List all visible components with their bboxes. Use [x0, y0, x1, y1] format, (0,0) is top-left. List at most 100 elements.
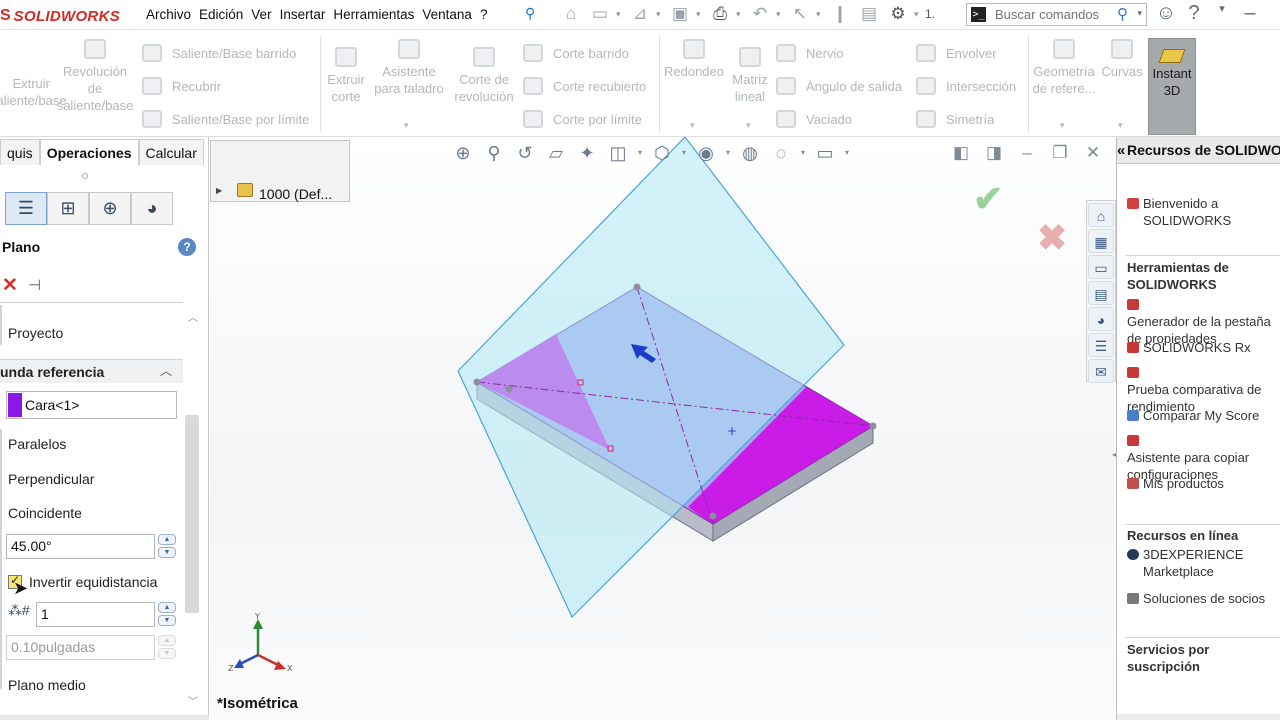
- file-explorer-icon[interactable]: ▭: [1088, 255, 1114, 279]
- edit-appearance-icon[interactable]: ◍: [737, 143, 763, 164]
- revolve-cut-button[interactable]: Corte de revolución: [450, 47, 518, 105]
- mid-plane-option[interactable]: Plano medio: [8, 677, 86, 693]
- help-icon[interactable]: ?: [178, 238, 196, 256]
- rib-button[interactable]: Nervio: [776, 44, 844, 62]
- display-manager-tab-icon[interactable]: ◕: [131, 192, 173, 225]
- scrollbar[interactable]: ︿ ﹀: [183, 307, 203, 715]
- chevron-down-icon[interactable]: ▾: [746, 120, 751, 131]
- chevron-down-icon[interactable]: ▾: [776, 2, 784, 26]
- angle-stepper[interactable]: ▲ ▼: [158, 534, 176, 559]
- menu-insertar[interactable]: Insertar: [280, 7, 326, 22]
- appearances-icon[interactable]: ◕: [1088, 307, 1114, 331]
- design-library-icon[interactable]: ▦: [1088, 229, 1114, 253]
- zoom-to-area-icon[interactable]: ⚲: [481, 143, 507, 164]
- open-folder-icon[interactable]: ⊿: [627, 2, 653, 26]
- tile-right-icon[interactable]: ◨: [983, 143, 1005, 163]
- chevron-down-icon[interactable]: ▾: [690, 120, 695, 131]
- online-link-partners[interactable]: Soluciones de socios: [1127, 590, 1265, 607]
- chevron-down-icon[interactable]: ▾: [1118, 120, 1123, 131]
- cancel-close-icon[interactable]: ✕: [2, 274, 18, 297]
- feature-tree-flyout[interactable]: ▶ 1000 (Def...: [210, 140, 350, 202]
- reference-geometry-button[interactable]: Geometría de refere...: [1030, 39, 1098, 97]
- previous-view-icon[interactable]: ↺: [512, 143, 538, 164]
- apply-scene-icon[interactable]: ◌: [768, 143, 794, 164]
- chevron-up-icon[interactable]: ︿: [188, 309, 198, 324]
- pushpin-icon[interactable]: ⊣: [28, 276, 41, 294]
- revolve-boss-button[interactable]: Revolución de saliente/base: [55, 39, 135, 114]
- panel-grip-handle[interactable]: [82, 173, 88, 179]
- chevron-down-icon[interactable]: ▾: [736, 2, 744, 26]
- minimize-icon[interactable]: –: [1016, 143, 1038, 163]
- tool-link-compare-score[interactable]: Comparar My Score: [1127, 407, 1259, 424]
- chevron-down-icon[interactable]: ▼: [158, 615, 176, 626]
- chevron-down-icon[interactable]: ▾: [914, 2, 922, 26]
- view-settings-icon[interactable]: ▭: [812, 143, 838, 164]
- parallel-option[interactable]: Paralelos: [8, 436, 66, 452]
- linear-pattern-button[interactable]: Matriz lineal: [728, 47, 772, 105]
- scrollbar-thumb[interactable]: [185, 415, 199, 613]
- chevron-up-icon[interactable]: ︿: [160, 362, 172, 379]
- search-icon[interactable]: ⚲: [1117, 5, 1128, 23]
- chevron-down-icon[interactable]: ▾: [1060, 120, 1065, 131]
- part-name[interactable]: 1000 (Def...: [259, 186, 332, 202]
- confirm-ok-icon[interactable]: ✔: [973, 178, 1003, 220]
- chevron-down-icon[interactable]: ▾: [616, 2, 624, 26]
- instances-stepper[interactable]: ▲ ▼: [158, 602, 176, 627]
- coincident-option[interactable]: Coincidente: [8, 505, 82, 521]
- hide-show-items-icon[interactable]: ◉: [693, 143, 719, 164]
- project-option[interactable]: Proyecto: [8, 325, 63, 341]
- chevron-down-icon[interactable]: ▾: [799, 143, 807, 164]
- extrude-boss-button[interactable]: Extruir saliente/base: [0, 75, 67, 109]
- boundary-boss-button[interactable]: Saliente/Base por límite: [142, 110, 309, 128]
- file-properties-icon[interactable]: ▤: [856, 2, 882, 26]
- chevron-down-icon[interactable]: ▾: [816, 2, 824, 26]
- close-icon[interactable]: ✕: [1082, 143, 1104, 163]
- help-question-icon[interactable]: ?: [1182, 2, 1206, 25]
- forum-icon[interactable]: ✉: [1088, 359, 1114, 383]
- rebuild-icon[interactable]: ❙: [827, 2, 853, 26]
- online-link-marketplace[interactable]: 3DEXPERIENCE Marketplace: [1127, 546, 1273, 580]
- chevron-down-icon[interactable]: ▾: [843, 143, 851, 164]
- section-view-icon[interactable]: ▱: [543, 143, 569, 164]
- draft-button[interactable]: Ángulo de salida: [776, 77, 902, 95]
- extrude-cut-button[interactable]: Extruir corte: [322, 47, 370, 105]
- wrap-button[interactable]: Envolver: [916, 44, 997, 62]
- tool-link-my-products[interactable]: Mis productos: [1127, 475, 1224, 492]
- expand-arrow-icon[interactable]: ▶: [216, 186, 222, 195]
- chevron-down-icon[interactable]: ﹀: [188, 693, 198, 708]
- menu-edicion[interactable]: Edición: [199, 7, 243, 22]
- dynamic-annotation-icon[interactable]: ✦: [574, 143, 600, 164]
- lofted-cut-button[interactable]: Corte recubierto: [523, 77, 646, 95]
- chevron-down-icon[interactable]: ▾: [404, 120, 409, 131]
- confirm-cancel-icon[interactable]: ✖: [1037, 217, 1067, 259]
- zoom-to-fit-icon[interactable]: ⊕: [450, 143, 476, 164]
- instances-input[interactable]: 1: [36, 602, 155, 627]
- chevron-up-icon[interactable]: ▲: [158, 602, 176, 613]
- menu-help[interactable]: ?: [480, 7, 488, 22]
- user-icon[interactable]: ☺: [1154, 2, 1178, 25]
- tab-calcular[interactable]: Calcular: [138, 139, 204, 165]
- instant3d-button[interactable]: Instant 3D: [1148, 38, 1196, 135]
- tab-croquis[interactable]: quis: [0, 139, 40, 165]
- graphics-area[interactable]: + Y X Z ▶ 1000 (Def... ⊕ ⚲ ↺ ▱ ✦ ◫ ▾ ⬡ ▾…: [210, 137, 1115, 720]
- chevron-down-icon[interactable]: ▾: [1137, 8, 1142, 19]
- pin-menu-icon[interactable]: ⚲: [525, 5, 539, 23]
- custom-properties-icon[interactable]: ☰: [1088, 333, 1114, 357]
- chevron-up-icon[interactable]: ▲: [158, 534, 176, 545]
- hole-wizard-button[interactable]: Asistente para taladro: [370, 39, 448, 97]
- menu-archivo[interactable]: Archivo: [146, 7, 191, 22]
- swept-cut-button[interactable]: Corte barrido: [523, 44, 629, 62]
- tile-left-icon[interactable]: ◧: [950, 143, 972, 163]
- print-icon[interactable]: ⎙: [707, 2, 733, 26]
- mirror-button[interactable]: Simetría: [916, 110, 994, 128]
- restore-icon[interactable]: ❐: [1049, 143, 1071, 163]
- select-arrow-icon[interactable]: ↖: [787, 2, 813, 26]
- angle-input[interactable]: 45.00°: [6, 534, 155, 559]
- minimize-icon[interactable]: –: [1238, 2, 1262, 25]
- curves-button[interactable]: Curvas: [1100, 39, 1144, 80]
- fillet-button[interactable]: Redondeo: [662, 39, 726, 80]
- search-input[interactable]: [995, 6, 1105, 23]
- tab-operaciones[interactable]: Operaciones: [39, 139, 139, 165]
- chevron-down-icon[interactable]: ▾: [656, 2, 664, 26]
- save-icon[interactable]: ▣: [667, 2, 693, 26]
